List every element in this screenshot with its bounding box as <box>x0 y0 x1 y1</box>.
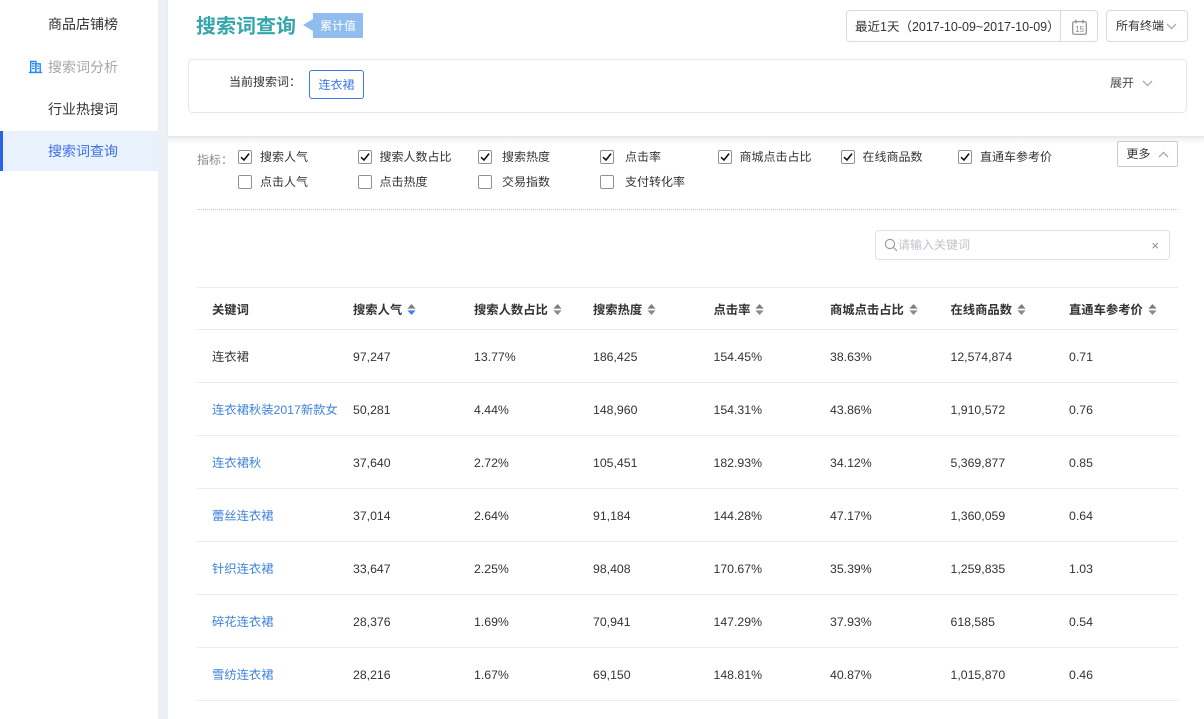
svg-text:15: 15 <box>1075 25 1084 34</box>
